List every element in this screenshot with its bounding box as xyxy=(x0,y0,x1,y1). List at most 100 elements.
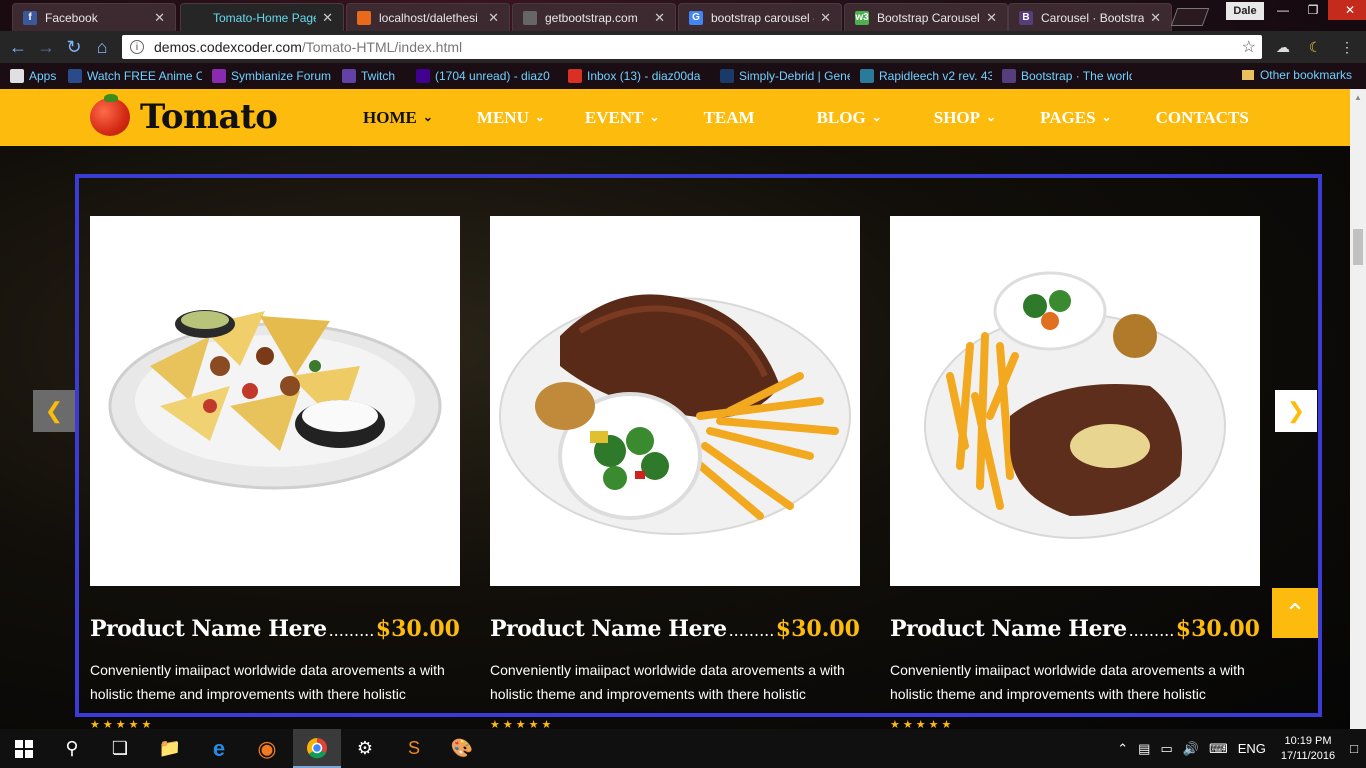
restore-icon[interactable]: ❐ xyxy=(1298,0,1328,20)
product-image-steak[interactable] xyxy=(890,216,1260,586)
bookmark-item[interactable]: Apps xyxy=(10,69,58,83)
tab-close-icon[interactable]: ✕ xyxy=(654,10,665,26)
product-title-row: Product Name Here...........$30.00 xyxy=(90,616,460,642)
bookmarks-bar: Apps Watch FREE Anime O Symbianize Forum Tw… xyxy=(0,63,1366,89)
product-title-row: Product Name Here...........$30.00 xyxy=(490,616,860,642)
product-title-row: Product Name Here...........$30.00 xyxy=(890,616,1260,642)
volume-icon[interactable]: 🔊 xyxy=(1183,741,1199,757)
menu-item-label: EVENT xyxy=(584,107,644,127)
tab-close-icon[interactable]: ✕ xyxy=(1150,10,1161,26)
folder-icon xyxy=(1241,70,1254,80)
extension-moon-icon[interactable]: ☾ xyxy=(1306,38,1324,56)
task-view-icon[interactable]: ❏ xyxy=(96,729,144,768)
forward-arrow-icon[interactable]: → xyxy=(36,37,56,57)
logo-text: Tomato xyxy=(140,97,278,137)
product-card[interactable]: Product Name Here...........$30.00 Conven… xyxy=(890,216,1260,729)
browser-tab[interactable]: Tomato-Home Page ✕ xyxy=(180,3,344,31)
star-rating: ★★★★★ xyxy=(90,719,155,729)
tray-chevron-icon[interactable]: ⌃ xyxy=(1117,741,1128,757)
address-bar[interactable]: i demos.codexcoder.com/Tomato-HTML/index… xyxy=(122,35,1262,59)
network-icon[interactable]: ▤ xyxy=(1138,741,1150,757)
profile-button[interactable]: Dale xyxy=(1226,2,1264,20)
sublime-text-icon[interactable]: S xyxy=(390,729,438,768)
site-logo[interactable]: Tomato xyxy=(90,94,278,137)
browser-tab[interactable]: localhost/dalethesi ✕ xyxy=(346,3,510,31)
menu-item-label: TEAM xyxy=(703,107,755,127)
bookmark-item[interactable]: Twitch xyxy=(342,69,406,83)
product-name[interactable]: Product Name Here xyxy=(90,616,327,642)
scroll-up-icon[interactable]: ▲ xyxy=(1354,93,1362,102)
menu-item-contacts[interactable]: CONTACTS xyxy=(1156,108,1249,128)
bookmark-item[interactable]: Symbianize Forum xyxy=(212,69,332,83)
product-card[interactable]: Product Name Here...........$30.00 Conven… xyxy=(90,216,460,729)
other-bookmarks[interactable]: Other bookmarks xyxy=(1241,68,1352,82)
product-image-nachos[interactable] xyxy=(90,216,460,586)
extension-cloud-icon[interactable]: ☁ xyxy=(1274,38,1292,56)
edge-icon[interactable]: e xyxy=(195,729,243,768)
product-name[interactable]: Product Name Here xyxy=(890,616,1127,642)
search-icon[interactable]: ⚲ xyxy=(48,729,96,768)
tab-close-icon[interactable]: ✕ xyxy=(986,10,997,26)
bookmark-label: Twitch xyxy=(361,69,396,83)
paint-icon[interactable]: 🎨 xyxy=(438,729,486,768)
tab-close-icon[interactable]: ✕ xyxy=(154,10,165,26)
keyboard-icon[interactable]: ⌨ xyxy=(1209,741,1228,757)
menu-item-shop[interactable]: SHOP ⌄ xyxy=(934,108,996,128)
bookmark-item[interactable]: Watch FREE Anime O xyxy=(68,69,202,83)
carousel-prev-button[interactable]: ❮ xyxy=(33,390,75,432)
notifications-icon[interactable]: □ xyxy=(1350,741,1358,756)
menu-item-event[interactable]: EVENT ⌄ xyxy=(585,108,660,128)
tab-close-icon[interactable]: ✕ xyxy=(488,10,499,26)
tab-close-icon[interactable]: ✕ xyxy=(820,10,831,26)
carousel-next-button[interactable]: ❯ xyxy=(1275,390,1317,432)
menu-item-label: PAGES xyxy=(1040,107,1096,127)
bookmark-item[interactable]: Simply-Debrid | Gene xyxy=(720,69,850,83)
bookmark-label: Bootstrap · The world xyxy=(1021,69,1132,83)
clock[interactable]: 10:19 PM 17/11/2016 xyxy=(1281,734,1335,764)
menu-item-team[interactable]: TEAM xyxy=(704,108,755,128)
page-scrollbar[interactable]: ▲ xyxy=(1350,89,1366,729)
menu-item-label: BLOG xyxy=(816,107,866,127)
steam-icon[interactable]: ⚙ xyxy=(341,729,389,768)
battery-icon[interactable]: ▭ xyxy=(1160,741,1172,757)
tab-title: Carousel · Bootstrap xyxy=(1041,10,1145,25)
browser-tab[interactable]: getbootstrap.com ✕ xyxy=(512,3,676,31)
bookmark-star-icon[interactable]: ☆ xyxy=(1242,37,1256,57)
bookmark-item[interactable]: (1704 unread) - diaz0 xyxy=(416,69,558,83)
reload-icon[interactable]: ↻ xyxy=(64,37,84,57)
back-arrow-icon[interactable]: ← xyxy=(8,37,28,57)
bookmark-label: Watch FREE Anime O xyxy=(87,69,202,83)
file-explorer-icon[interactable]: 📁 xyxy=(146,729,194,768)
menu-item-blog[interactable]: BLOG ⌄ xyxy=(817,108,882,128)
scrollbar-thumb[interactable] xyxy=(1353,229,1363,265)
product-image-ribs[interactable] xyxy=(490,216,860,586)
close-window-icon[interactable]: ✕ xyxy=(1328,0,1366,20)
bookmark-item[interactable]: Inbox (13) - diaz00da xyxy=(568,69,710,83)
menu-item-menu[interactable]: MENU ⌄ xyxy=(477,108,545,128)
browser-tab[interactable]: w3 Bootstrap Carousel ✕ xyxy=(844,3,1008,31)
back-to-top-button[interactable]: ⌃ xyxy=(1272,588,1318,638)
new-tab-button[interactable] xyxy=(1170,8,1210,26)
chrome-menu-icon[interactable]: ⋮ xyxy=(1338,38,1356,56)
menu-item-pages[interactable]: PAGES ⌄ xyxy=(1040,108,1111,128)
price-leader-dots: ........... xyxy=(328,621,376,640)
product-name[interactable]: Product Name Here xyxy=(490,616,727,642)
bookmark-item[interactable]: Rapidleech v2 rev. 43 xyxy=(860,69,992,83)
menu-item-home[interactable]: HOME ⌄ xyxy=(363,108,433,128)
tab-title: getbootstrap.com xyxy=(545,10,638,25)
bookmark-item[interactable]: Bootstrap · The world xyxy=(1002,69,1132,83)
language-indicator[interactable]: ENG xyxy=(1238,741,1266,756)
site-info-icon[interactable]: i xyxy=(130,40,144,54)
browser-tab[interactable]: f Facebook ✕ xyxy=(12,3,176,31)
home-icon[interactable]: ⌂ xyxy=(92,37,112,57)
product-card[interactable]: Product Name Here...........$30.00 Conven… xyxy=(490,216,860,729)
sd-icon xyxy=(720,69,734,83)
firefox-icon[interactable]: ◉ xyxy=(243,729,291,768)
windows-start-icon[interactable] xyxy=(0,729,48,768)
tab-close-icon[interactable]: ✕ xyxy=(322,10,333,26)
browser-tab[interactable]: B Carousel · Bootstrap ✕ xyxy=(1008,3,1172,31)
chrome-icon[interactable] xyxy=(293,729,341,768)
browser-tab[interactable]: Gbootstrap carousel - ✕ xyxy=(678,3,842,31)
minimize-icon[interactable]: — xyxy=(1268,0,1298,20)
chevron-down-icon: ⌄ xyxy=(986,110,997,124)
